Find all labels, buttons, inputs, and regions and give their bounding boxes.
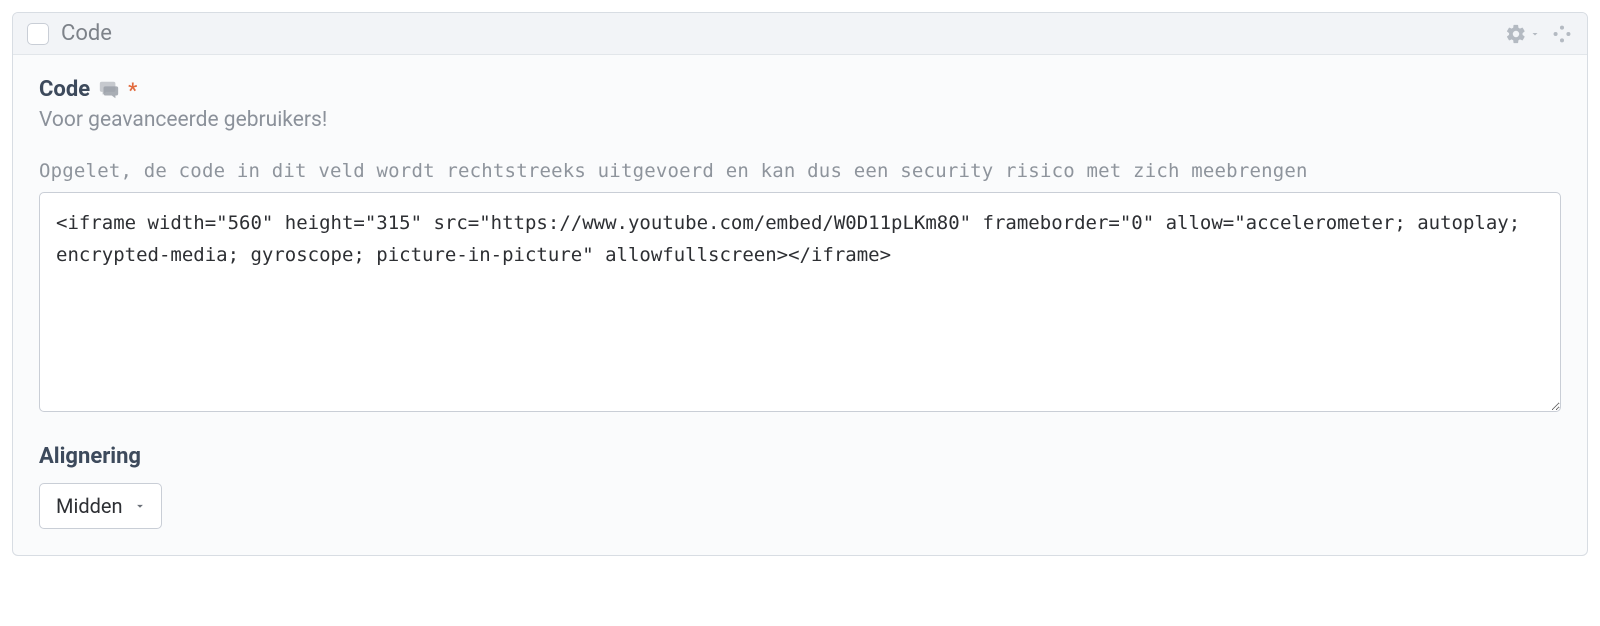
required-indicator: *	[128, 80, 137, 100]
comments-icon[interactable]	[98, 79, 120, 101]
panel-header-left: Code	[27, 21, 112, 46]
panel-body: Code * Voor geavanceerde gebruikers! Opg…	[13, 55, 1587, 555]
code-field-subtitle: Voor geavanceerde gebruikers!	[39, 108, 1561, 132]
code-field-warning: Opgelet, de code in dit veld wordt recht…	[39, 160, 1561, 182]
move-button[interactable]	[1551, 23, 1573, 45]
alignment-label: Alignering	[39, 444, 1561, 469]
code-field-label: Code	[39, 77, 90, 102]
code-label-row: Code *	[39, 77, 1561, 102]
panel-select-checkbox[interactable]	[27, 23, 49, 45]
panel-header-actions	[1505, 23, 1573, 45]
alignment-select-value: Midden	[56, 494, 123, 518]
gear-icon	[1505, 23, 1527, 45]
code-textarea[interactable]	[39, 192, 1561, 412]
alignment-section: Alignering Midden	[39, 444, 1561, 529]
move-icon	[1551, 23, 1573, 45]
code-panel: Code Code	[12, 12, 1588, 556]
panel-title: Code	[61, 21, 112, 46]
chevron-down-icon	[1529, 28, 1541, 40]
alignment-select[interactable]: Midden	[39, 483, 162, 529]
chevron-down-icon	[133, 499, 147, 513]
settings-button[interactable]	[1505, 23, 1541, 45]
panel-header: Code	[13, 13, 1587, 55]
